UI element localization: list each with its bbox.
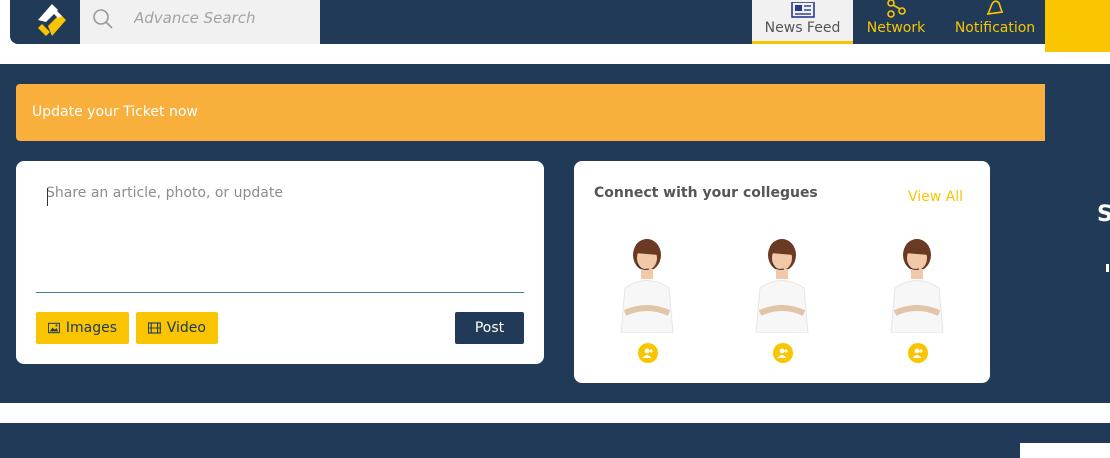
post-textarea[interactable] (46, 185, 516, 265)
add-user-icon (912, 348, 923, 358)
post-button[interactable]: Post (455, 312, 524, 344)
colleague-avatar[interactable] (742, 233, 822, 333)
cropped-heading: S (1097, 202, 1110, 227)
add-user-icon (777, 348, 788, 358)
add-colleague-button[interactable] (773, 343, 793, 363)
colleague-card (607, 233, 687, 365)
colleague-avatar[interactable] (877, 233, 957, 333)
add-colleague-button[interactable] (638, 343, 658, 363)
add-colleague-button[interactable] (908, 343, 928, 363)
footer-card-edge (1020, 443, 1110, 458)
post-composer: Images Video Post (16, 161, 544, 364)
nav-news-feed[interactable]: News Feed (752, 0, 853, 44)
colleague-avatar[interactable] (607, 233, 687, 333)
nav-label: Notification (954, 20, 1036, 36)
view-all-link[interactable]: View All (908, 189, 963, 205)
newspaper-icon (790, 2, 815, 18)
nav-label: News Feed (764, 20, 841, 36)
share-icon (887, 0, 906, 18)
composer-divider (36, 292, 524, 293)
nav-label: Network (866, 20, 926, 36)
text-caret (47, 188, 48, 206)
header-accent (1045, 0, 1110, 52)
main-panel: Update your Ticket now Images Video Post (0, 64, 1110, 403)
search-icon (92, 8, 114, 30)
nav-notification[interactable]: Notification (950, 0, 1040, 44)
top-bar: News Feed Network Notification (10, 0, 1045, 44)
ticket-banner[interactable]: Update your Ticket now (16, 84, 1045, 141)
add-video-button[interactable]: Video (136, 312, 218, 344)
search-box[interactable] (80, 0, 320, 44)
connect-card: Connect with your collegues View All (574, 161, 990, 383)
logo-icon[interactable] (28, 0, 72, 40)
add-images-button[interactable]: Images (36, 312, 129, 344)
film-icon (148, 322, 161, 334)
connect-title: Connect with your collegues (594, 185, 818, 201)
colleague-card (742, 233, 822, 365)
image-icon (48, 322, 60, 334)
search-input[interactable] (134, 8, 314, 28)
nav-network[interactable]: Network (863, 0, 929, 44)
footer-band (0, 423, 1110, 458)
bell-icon (986, 0, 1004, 15)
banner-text: Update your Ticket now (32, 104, 198, 120)
add-user-icon (642, 348, 653, 358)
colleague-card (877, 233, 957, 365)
video-label: Video (166, 320, 206, 336)
images-label: Images (65, 320, 117, 336)
cropped-mark (1106, 264, 1109, 272)
